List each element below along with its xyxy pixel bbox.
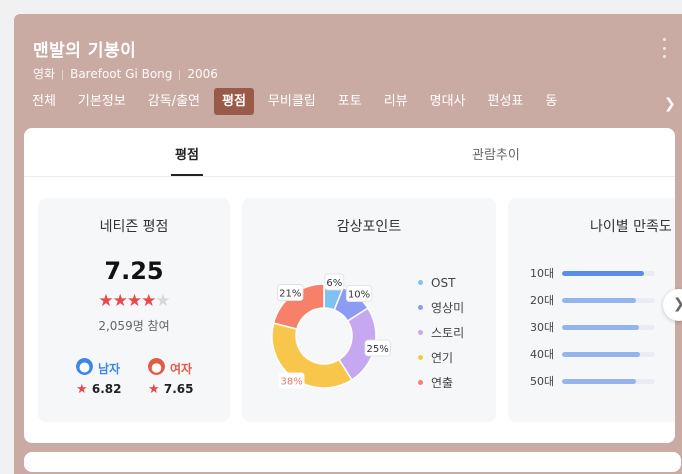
tab-bar: 전체 기본정보 감독/출연 평점 무비클립 포토 리뷰 명대사 편성표 동 xyxy=(24,88,664,116)
star-icon: ★ xyxy=(148,382,160,397)
svg-text:10%: 10% xyxy=(348,290,370,301)
netizen-score: 7.25 xyxy=(104,257,164,285)
donut-label-OST: 6% xyxy=(324,273,345,291)
svg-text:21%: 21% xyxy=(279,289,301,300)
female-score: 7.65 xyxy=(163,382,194,396)
appeal-legend: OST 영상미스토리연기연출 xyxy=(418,270,464,395)
tab-review[interactable]: 리뷰 xyxy=(376,88,416,115)
svg-text:25%: 25% xyxy=(367,344,389,355)
legend-dot xyxy=(418,305,423,310)
legend-item-스토리: 스토리 xyxy=(418,320,464,345)
legend-item-영상미: 영상미 xyxy=(418,295,464,320)
legend-label: 연출 xyxy=(431,376,454,390)
age-row-40대: 40대 xyxy=(530,346,655,362)
meta-english-title: Barefoot Gi Bong xyxy=(70,67,173,81)
tab-cast[interactable]: 감독/출연 xyxy=(140,88,208,115)
age-satisfaction-box: 나이별 만족도 10대 20대 30대 40대 50대 xyxy=(508,198,675,422)
age-row-20대: 20대 xyxy=(530,292,655,308)
age-label: 50대 xyxy=(530,375,555,388)
subtab-indicator xyxy=(171,174,203,176)
age-row-50대: 50대 xyxy=(530,373,655,389)
appeal-title: 감상포인트 xyxy=(336,219,402,235)
age-bar-30대 xyxy=(562,324,640,330)
meta-year: 2006 xyxy=(187,67,218,81)
rating-panel: 평점 관람추이 네티즌 평점 7.25 ★★★★★ 2,059명 참여 남자 ★… xyxy=(24,128,675,443)
star-icon: ★ xyxy=(76,382,88,397)
age-track xyxy=(562,378,655,384)
age-bar-50대 xyxy=(562,378,637,384)
male-score-row: ★ 6.82 xyxy=(76,382,121,397)
tab-clips[interactable]: 무비클립 xyxy=(260,88,324,115)
chevron-right-icon: ❯ xyxy=(673,296,682,312)
legend-label: 영상미 xyxy=(431,301,465,315)
donut-label-영상미: 10% xyxy=(345,285,373,303)
netizen-title: 네티즌 평점 xyxy=(99,219,169,235)
chevron-right-icon[interactable]: ❯ xyxy=(664,96,676,112)
participant-count: 2,059명 참여 xyxy=(98,319,170,333)
star-icon: ★ xyxy=(112,291,128,311)
star-icon: ★ xyxy=(126,291,142,311)
tab-rating[interactable]: 평점 xyxy=(214,88,254,115)
age-label: 30대 xyxy=(530,321,555,334)
star-icon: ★ xyxy=(98,291,113,311)
age-bar-20대 xyxy=(562,297,637,303)
title-card: 맨발의 기봉이 영화 Barefoot Gi Bong 2006 전체 기본정보 감독/… xyxy=(14,14,682,474)
legend-item-연기: 연기 xyxy=(418,345,464,370)
male-label: 남자 xyxy=(98,362,121,376)
legend-dot xyxy=(418,280,423,285)
legend-dot xyxy=(418,330,423,335)
donut-label-연기: 38% xyxy=(278,372,305,389)
star-icon: ★ xyxy=(141,291,156,311)
netizen-rating-box: 네티즌 평점 7.25 ★★★★★ 2,059명 참여 남자 ★ 6.82 여자… xyxy=(38,198,230,422)
legend-label: 스토리 xyxy=(431,326,465,340)
legend-item-OST: OST xyxy=(418,270,464,295)
legend-dot xyxy=(418,380,423,385)
appeal-points-box: 감상포인트 6% 10% 25% 38% 21% OST 영상미스토리연기연출 xyxy=(242,198,496,422)
svg-text:6%: 6% xyxy=(326,278,342,289)
appeal-donut-chart: 6% 10% 25% 38% 21% xyxy=(271,273,391,389)
tab-more[interactable]: 동 xyxy=(537,88,565,115)
movie-meta: 영화 Barefoot Gi Bong 2006 xyxy=(33,65,218,82)
age-track xyxy=(562,297,655,303)
svg-text:38%: 38% xyxy=(281,376,303,387)
donut-label-스토리: 25% xyxy=(364,339,391,357)
legend-label: 연기 xyxy=(431,351,454,365)
age-track xyxy=(562,351,655,357)
page-title: 맨발의 기봉이 xyxy=(33,41,137,61)
subtab-trend[interactable]: 관람추이 xyxy=(472,144,520,163)
tab-quotes[interactable]: 명대사 xyxy=(422,88,474,115)
subtab-bar: 평점 관람추이 xyxy=(24,128,675,177)
age-title: 나이별 만족도 xyxy=(590,219,672,235)
star-empty-icon: ★ xyxy=(155,291,170,311)
tab-schedule[interactable]: 편성표 xyxy=(480,88,532,115)
subtab-rating[interactable]: 평점 xyxy=(175,144,199,163)
star-rating: ★★★★★ xyxy=(38,291,230,311)
age-track xyxy=(562,324,655,330)
male-avatar-icon xyxy=(76,358,93,375)
next-section-card xyxy=(24,452,681,472)
female-label: 여자 xyxy=(170,362,193,376)
age-bar-40대 xyxy=(562,351,641,357)
age-row-10대: 10대 xyxy=(530,265,655,281)
age-label: 10대 xyxy=(530,267,555,280)
tab-all[interactable]: 전체 xyxy=(24,88,64,115)
age-label: 40대 xyxy=(530,348,555,361)
female-avatar-icon xyxy=(148,358,165,375)
age-bar-10대 xyxy=(562,270,644,276)
more-vertical-icon[interactable] xyxy=(659,38,669,58)
legend-label: OST xyxy=(431,275,456,290)
age-label: 20대 xyxy=(530,294,555,307)
female-score-row: ★ 7.65 xyxy=(148,382,193,397)
male-score: 6.82 xyxy=(91,382,122,396)
age-track xyxy=(562,270,655,276)
age-row-30대: 30대 xyxy=(530,319,655,335)
meta-type: 영화 xyxy=(33,67,56,81)
legend-dot xyxy=(418,355,423,360)
legend-item-연출: 연출 xyxy=(418,370,464,395)
donut-label-연출: 21% xyxy=(277,284,304,301)
tab-basic-info[interactable]: 기본정보 xyxy=(70,88,134,115)
tab-photo[interactable]: 포토 xyxy=(330,88,370,115)
